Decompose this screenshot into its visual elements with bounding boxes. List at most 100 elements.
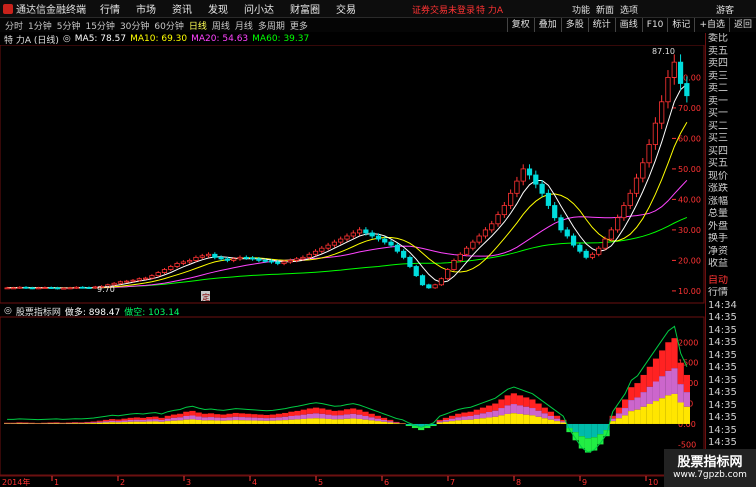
- indicator-bar-yellow: [78, 423, 85, 424]
- indicator-bar-purple: [177, 417, 184, 421]
- stock-name-title: 特 力A: [476, 6, 504, 16]
- candle-body: [627, 192, 633, 206]
- tool-f10[interactable]: F10: [641, 18, 668, 32]
- candle-body: [570, 235, 577, 246]
- menu-market[interactable]: 市场: [136, 1, 156, 16]
- period-monthly[interactable]: 月线: [235, 19, 253, 32]
- candle-body: [36, 287, 42, 290]
- indicator-bar-red: [523, 397, 530, 407]
- menu-wealth[interactable]: 财富圈: [290, 1, 320, 16]
- period-weekly[interactable]: 周线: [212, 19, 230, 32]
- indicator-bar-purple: [615, 413, 623, 419]
- period-5min[interactable]: 5分钟: [57, 19, 81, 32]
- indicator-bar-yellow: [337, 419, 344, 424]
- indicator-bar-red: [516, 395, 524, 406]
- price-tick-label: 10.00: [678, 287, 701, 296]
- indicator-bar-purple: [306, 413, 314, 419]
- ma20-label: MA20: 54.63: [191, 34, 249, 44]
- tool-draw[interactable]: 画线: [614, 18, 642, 32]
- tool-adjust[interactable]: 复权: [506, 18, 534, 32]
- chart-settings-icon[interactable]: ◎: [63, 34, 71, 44]
- indicator-bar-yellow: [183, 419, 190, 424]
- bull-value: 做多: 898.47: [64, 307, 121, 318]
- menu-new-page[interactable]: 新面: [596, 3, 614, 16]
- indicator-bar-yellow: [646, 403, 653, 424]
- indicator-bar-red: [683, 374, 690, 393]
- indicator-bar-red: [226, 413, 233, 418]
- menu-quotes[interactable]: 行情: [100, 1, 120, 16]
- period-daily[interactable]: 日线: [189, 19, 207, 32]
- tool-statistics[interactable]: 统计: [587, 18, 615, 32]
- menu-guest[interactable]: 游客: [716, 3, 734, 16]
- indicator-bar-purple: [220, 417, 227, 421]
- period-15min[interactable]: 15分钟: [85, 19, 114, 32]
- watermark: 股票指标网 www.7gpzb.com: [664, 449, 756, 487]
- menu-options[interactable]: 选项: [620, 3, 638, 16]
- quote-field-label: 委比: [708, 33, 728, 44]
- candle-body: [621, 205, 627, 219]
- title-bar: 通达信金融终端 行情 市场 资讯 发现 问小达 财富圈 交易 证券交易未登录 特…: [0, 0, 756, 18]
- indicator-bar-red: [671, 338, 678, 369]
- candle-body: [407, 256, 413, 267]
- period-30min[interactable]: 30分钟: [120, 19, 149, 32]
- indicator-bar-yellow: [331, 419, 338, 424]
- period-60min[interactable]: 60分钟: [154, 19, 183, 32]
- indicator-bar-yellow: [498, 415, 505, 424]
- indicator-bar-yellow: [84, 423, 91, 424]
- indicator-bar-yellow: [306, 418, 314, 424]
- candle-body: [29, 287, 35, 290]
- indicator-bar-yellow: [325, 418, 332, 424]
- period-multi[interactable]: 多周期: [258, 19, 285, 32]
- tool-multi-stock[interactable]: 多股: [560, 18, 588, 32]
- indicator-settings-icon[interactable]: ◎: [4, 306, 12, 316]
- tool-overlay[interactable]: 叠加: [533, 18, 561, 32]
- indicator-bar-yellow: [516, 413, 524, 424]
- menu-function[interactable]: 功能: [572, 3, 590, 16]
- indicator-bar-red: [214, 414, 221, 418]
- candle-body: [552, 205, 558, 219]
- indicator-bar-purple: [71, 422, 79, 424]
- tool-mark[interactable]: 标记: [667, 18, 694, 32]
- tool-back[interactable]: 返回: [728, 18, 756, 32]
- indicator-name[interactable]: 股票指标网: [16, 305, 61, 318]
- menu-trade[interactable]: 交易: [336, 1, 356, 16]
- candle-body: [149, 275, 155, 279]
- menu-news[interactable]: 资讯: [172, 1, 192, 16]
- indicator-bar-yellow: [251, 420, 258, 424]
- candle-body: [243, 256, 249, 259]
- indicator-bar-yellow: [146, 421, 153, 424]
- indicator-bar-red: [313, 407, 320, 414]
- tool-add-watchlist[interactable]: +自选: [694, 18, 729, 32]
- quote-field-label: 换手: [708, 233, 728, 244]
- candle-body: [61, 287, 67, 290]
- indicator-bar-red: [436, 419, 443, 422]
- tick-time: 14:35: [708, 312, 737, 323]
- indicator-bar-red: [498, 399, 505, 409]
- quote-field-label: 卖三: [708, 70, 728, 82]
- candle-body: [174, 263, 180, 267]
- period-1min[interactable]: 1分钟: [28, 19, 52, 32]
- quotes-label[interactable]: 行情: [706, 287, 756, 300]
- menu-discover[interactable]: 发现: [208, 1, 228, 16]
- period-intraday[interactable]: 分时: [5, 19, 23, 32]
- indicator-bar-purple: [325, 414, 332, 419]
- indicator-bar-yellow: [609, 421, 616, 424]
- candle-body: [382, 238, 388, 243]
- candle-body: [646, 144, 652, 164]
- candle-body: [501, 205, 507, 216]
- login-status[interactable]: 证券交易未登录: [412, 3, 475, 16]
- candle-body: [262, 259, 268, 262]
- period-more[interactable]: 更多: [290, 19, 308, 32]
- candle-body: [249, 257, 256, 260]
- candle-body: [312, 250, 319, 255]
- tick-time: 14:35: [708, 437, 737, 448]
- indicator-bar-purple: [510, 404, 517, 414]
- month-label: 7: [450, 478, 455, 487]
- auto-label[interactable]: 自动: [706, 275, 756, 288]
- chart-area[interactable]: 80.0070.0060.0050.0040.0030.0020.0010.00…: [0, 45, 705, 487]
- indicator-bar-red: [652, 358, 660, 382]
- candle-body: [659, 101, 665, 124]
- menu-ask[interactable]: 问小达: [244, 1, 274, 16]
- indicator-bar-yellow: [288, 419, 295, 424]
- indicator-bar-yellow: [275, 420, 283, 424]
